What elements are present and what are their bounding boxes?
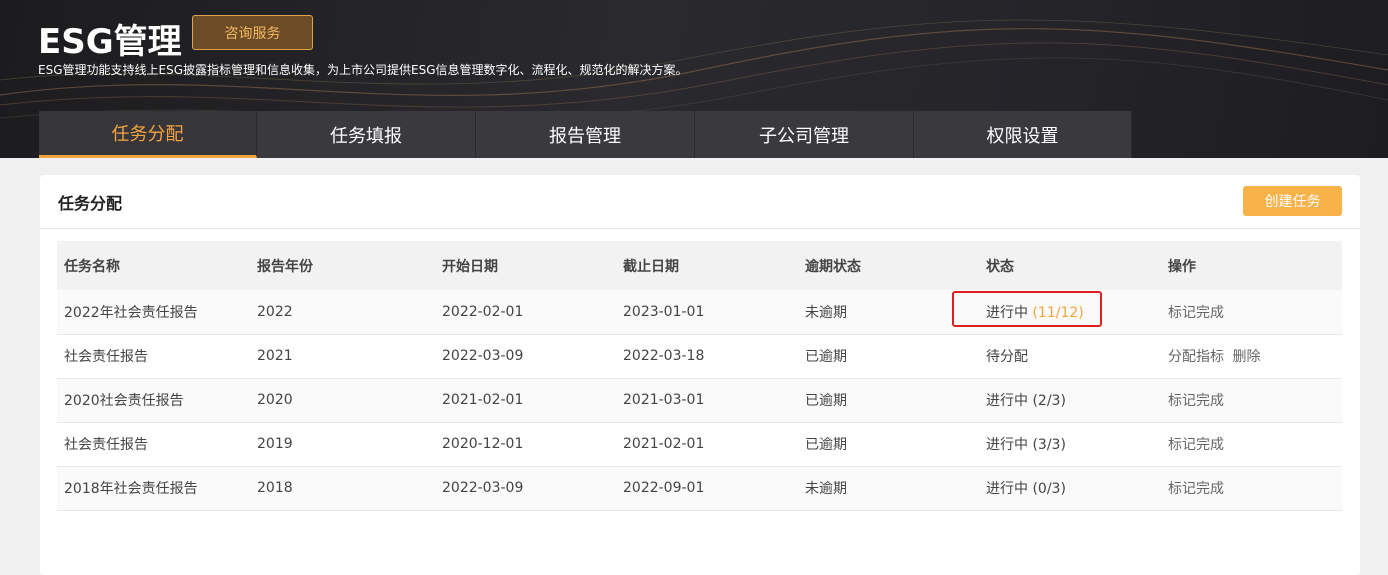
task-name: 2022年社会责任报告 [57, 290, 250, 335]
assign-indicator-link[interactable]: 分配指标 [1168, 349, 1224, 365]
report-year: 2020 [250, 378, 435, 423]
mark-complete-link[interactable]: 标记完成 [1168, 305, 1224, 321]
table-row: 2018年社会责任报告 2018 2022-03-09 2022-09-01 未… [57, 466, 1342, 511]
table-row: 2020社会责任报告 2020 2021-02-01 2021-03-01 已逾… [57, 378, 1342, 423]
actions-cell: 分配指标 删除 [1161, 334, 1342, 379]
status-cell: 进行中 (3/3) [979, 422, 1161, 467]
status-text: 进行中 [986, 437, 1028, 453]
consult-service-button[interactable]: 咨询服务 [192, 15, 313, 50]
header-start-date: 开始日期 [435, 241, 616, 290]
progress-count[interactable]: (11/12) [1032, 305, 1083, 321]
progress-count: (3/3) [1032, 437, 1066, 453]
main-tabs: 任务分配 任务填报 报告管理 子公司管理 权限设置 [39, 111, 1132, 158]
actions-cell: 标记完成 [1161, 422, 1342, 467]
status-cell: 进行中 (11/12) [952, 290, 1161, 335]
task-name: 社会责任报告 [57, 334, 250, 379]
overdue-status: 已逾期 [798, 422, 979, 467]
page-subtitle: ESG管理功能支持线上ESG披露指标管理和信息收集，为上市公司提供ESG信息管理… [38, 63, 688, 77]
start-date: 2022-03-09 [435, 334, 616, 379]
table-header-row: 任务名称 报告年份 开始日期 截止日期 逾期状态 状态 操作 [57, 241, 1342, 290]
end-date: 2021-02-01 [616, 422, 798, 467]
overdue-status: 已逾期 [798, 334, 979, 379]
status-text: 进行中 [986, 393, 1028, 409]
card-title: 任务分配 [58, 194, 123, 213]
delete-link[interactable]: 删除 [1232, 349, 1260, 365]
mark-complete-link[interactable]: 标记完成 [1168, 393, 1224, 409]
actions-cell: 标记完成 [1161, 466, 1342, 511]
start-date: 2020-12-01 [435, 422, 616, 467]
end-date: 2021-03-01 [616, 378, 798, 423]
end-date: 2022-03-18 [616, 334, 798, 379]
end-date: 2022-09-01 [616, 466, 798, 511]
progress-count: (2/3) [1032, 393, 1066, 409]
header-report-year: 报告年份 [250, 241, 435, 290]
tab-permission-settings[interactable]: 权限设置 [914, 111, 1132, 158]
report-year: 2021 [250, 334, 435, 379]
table-row: 2022年社会责任报告 2022 2022-02-01 2023-01-01 未… [57, 290, 1342, 335]
status-cell: 进行中 (2/3) [979, 378, 1161, 423]
start-date: 2021-02-01 [435, 378, 616, 423]
header-task-name: 任务名称 [57, 241, 250, 290]
progress-count: (0/3) [1032, 481, 1066, 497]
tab-task-assign[interactable]: 任务分配 [39, 111, 257, 158]
start-date: 2022-03-09 [435, 466, 616, 511]
actions-cell: 标记完成 [1161, 378, 1342, 423]
task-assign-card: 任务分配 创建任务 任务名称 报告年份 开始日期 截止日期 逾期状态 状态 操作… [40, 175, 1360, 575]
overdue-status: 已逾期 [798, 378, 979, 423]
actions-cell: 标记完成 [1161, 290, 1342, 335]
mark-complete-link[interactable]: 标记完成 [1168, 437, 1224, 453]
status-cell: 进行中 (0/3) [979, 466, 1161, 511]
task-table: 任务名称 报告年份 开始日期 截止日期 逾期状态 状态 操作 2022年社会责任… [57, 241, 1342, 511]
tab-report-manage[interactable]: 报告管理 [476, 111, 695, 158]
end-date: 2023-01-01 [616, 290, 798, 335]
task-name: 2018年社会责任报告 [57, 466, 250, 511]
tab-task-fill[interactable]: 任务填报 [257, 111, 476, 158]
card-header: 任务分配 创建任务 [40, 175, 1360, 229]
report-year: 2019 [250, 422, 435, 467]
task-name: 社会责任报告 [57, 422, 250, 467]
header-actions: 操作 [1161, 241, 1342, 290]
status-text: 待分配 [986, 349, 1028, 365]
table-row: 社会责任报告 2021 2022-03-09 2022-03-18 已逾期 待分… [57, 334, 1342, 379]
status-text: 进行中 [986, 481, 1028, 497]
table-row: 社会责任报告 2019 2020-12-01 2021-02-01 已逾期 进行… [57, 422, 1342, 467]
page-title: ESG管理 [38, 22, 182, 62]
overdue-status: 未逾期 [798, 290, 979, 335]
start-date: 2022-02-01 [435, 290, 616, 335]
overdue-status: 未逾期 [798, 466, 979, 511]
create-task-button[interactable]: 创建任务 [1243, 186, 1342, 216]
mark-complete-link[interactable]: 标记完成 [1168, 481, 1224, 497]
tab-subsidiary-manage[interactable]: 子公司管理 [695, 111, 914, 158]
status-cell: 待分配 [979, 334, 1161, 379]
header-status: 状态 [979, 241, 1161, 290]
status-text: 进行中 [986, 304, 1028, 321]
task-name: 2020社会责任报告 [57, 378, 250, 423]
report-year: 2018 [250, 466, 435, 511]
report-year: 2022 [250, 290, 435, 335]
header-end-date: 截止日期 [616, 241, 798, 290]
header-overdue-status: 逾期状态 [798, 241, 979, 290]
